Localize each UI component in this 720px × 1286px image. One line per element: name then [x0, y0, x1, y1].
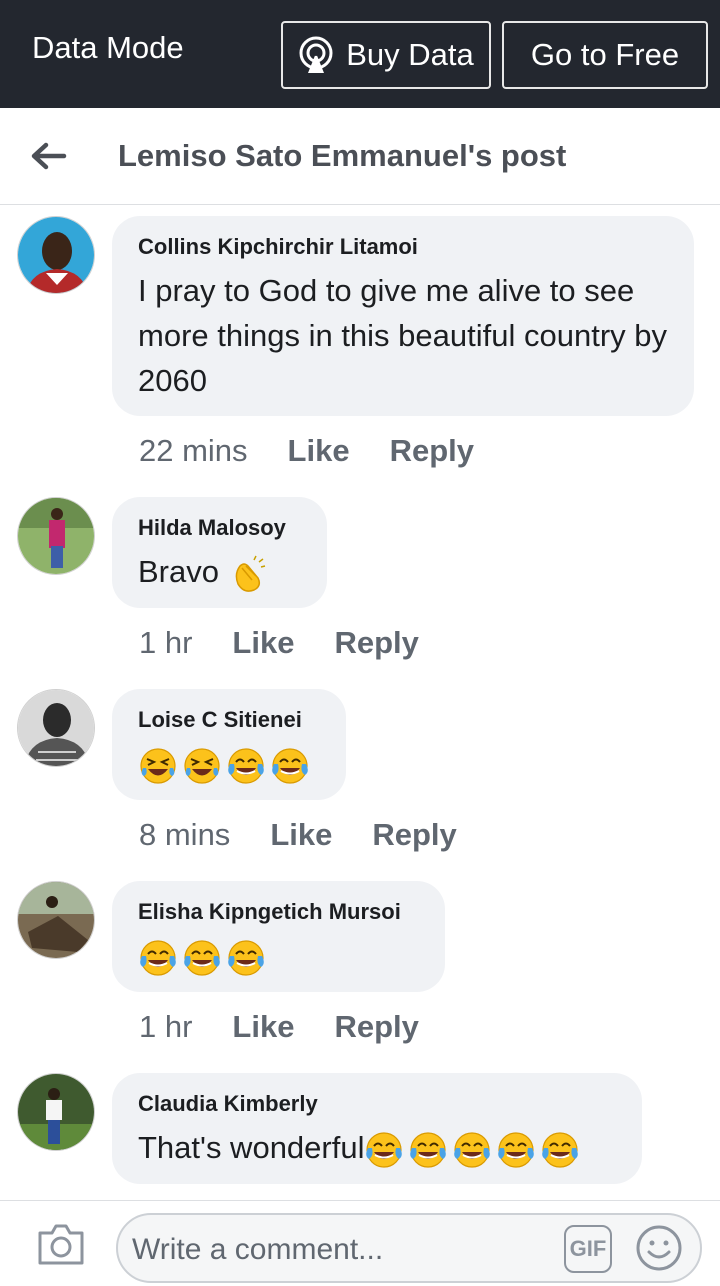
tears-of-joy-emoji-icon [366, 1132, 403, 1168]
clapping-hands-emoji-icon [235, 555, 265, 592]
gif-button[interactable]: GIF [564, 1225, 612, 1273]
like-button[interactable]: Like [232, 625, 294, 661]
comment-time: 1 hr [139, 625, 193, 660]
emoji-row [138, 933, 419, 978]
like-button[interactable]: Like [288, 433, 350, 469]
comment-input[interactable]: Write a comment... GIF [116, 1213, 702, 1283]
go-to-free-button[interactable]: Go to Free [502, 21, 708, 89]
reply-button[interactable]: Reply [390, 433, 474, 469]
tears-of-joy-emoji-icon [228, 940, 264, 976]
reply-button[interactable]: Reply [334, 1009, 418, 1045]
back-arrow-icon[interactable] [28, 136, 68, 176]
comment-author[interactable]: Collins Kipchirchir Litamoi [138, 234, 668, 260]
rolling-laughing-emoji-icon [140, 748, 176, 784]
like-button[interactable]: Like [232, 1009, 294, 1045]
avatar[interactable] [17, 1073, 95, 1151]
comment-bubble: Collins Kipchirchir Litamoi I pray to Go… [112, 216, 694, 416]
avatar[interactable] [17, 689, 95, 767]
tears-of-joy-emoji-icon [228, 748, 264, 784]
broadcast-icon [299, 36, 333, 73]
comment-time: 8 mins [139, 817, 231, 852]
tears-of-joy-emoji-icon [184, 940, 220, 976]
tears-of-joy-emoji-icon [272, 748, 308, 784]
tears-of-joy-emoji-icon [410, 1132, 447, 1168]
comment-placeholder: Write a comment... [132, 1233, 384, 1266]
data-mode-bar: Data Mode Buy Data Go to Free [0, 0, 720, 108]
reply-button[interactable]: Reply [372, 817, 456, 853]
comment-text: That's wonderful [138, 1130, 365, 1165]
comment-bubble: Elisha Kipngetich Mursoi [112, 881, 445, 992]
comment-author[interactable]: Elisha Kipngetich Mursoi [138, 899, 419, 925]
like-button[interactable]: Like [270, 817, 332, 853]
emoji-row [138, 741, 320, 786]
tears-of-joy-emoji-icon [454, 1132, 491, 1168]
buy-data-label: Buy Data [346, 37, 474, 72]
rolling-laughing-emoji-icon [184, 748, 220, 784]
data-mode-label: Data Mode [32, 30, 184, 65]
comment-actions: 1 hr Like Reply [139, 1009, 419, 1045]
avatar[interactable] [17, 881, 95, 959]
avatar[interactable] [17, 497, 95, 575]
reply-button[interactable]: Reply [334, 625, 418, 661]
comment-author[interactable]: Loise C Sitienei [138, 707, 320, 733]
comment-bubble: Loise C Sitienei [112, 689, 346, 800]
comment-time: 1 hr [139, 1009, 193, 1044]
comment-actions: 8 mins Like Reply [139, 817, 457, 853]
comment-author[interactable]: Claudia Kimberly [138, 1091, 616, 1117]
emoji-smiley-icon[interactable] [634, 1223, 684, 1273]
buy-data-button[interactable]: Buy Data [281, 21, 491, 89]
page-title: Lemiso Sato Emmanuel's post [118, 138, 567, 173]
comment-time: 22 mins [139, 433, 248, 468]
comment-composer: Write a comment... GIF [0, 1200, 720, 1286]
post-header: Lemiso Sato Emmanuel's post [0, 108, 720, 205]
comment-text: I pray to God to give me alive to see mo… [138, 273, 667, 398]
tears-of-joy-emoji-icon [140, 940, 176, 976]
go-to-free-label: Go to Free [530, 37, 680, 72]
comment-actions: 1 hr Like Reply [139, 625, 419, 661]
comment-actions: 22 mins Like Reply [139, 433, 474, 469]
avatar[interactable] [17, 216, 95, 294]
tears-of-joy-emoji-icon [542, 1132, 579, 1168]
camera-icon[interactable] [36, 1221, 86, 1267]
tears-of-joy-emoji-icon [498, 1132, 535, 1168]
comment-bubble: Claudia Kimberly That's wonderful [112, 1073, 642, 1184]
comment-author[interactable]: Hilda Malosoy [138, 515, 301, 541]
comment-bubble: Hilda Malosoy Bravo [112, 497, 327, 608]
comment-text: Bravo [138, 554, 219, 589]
